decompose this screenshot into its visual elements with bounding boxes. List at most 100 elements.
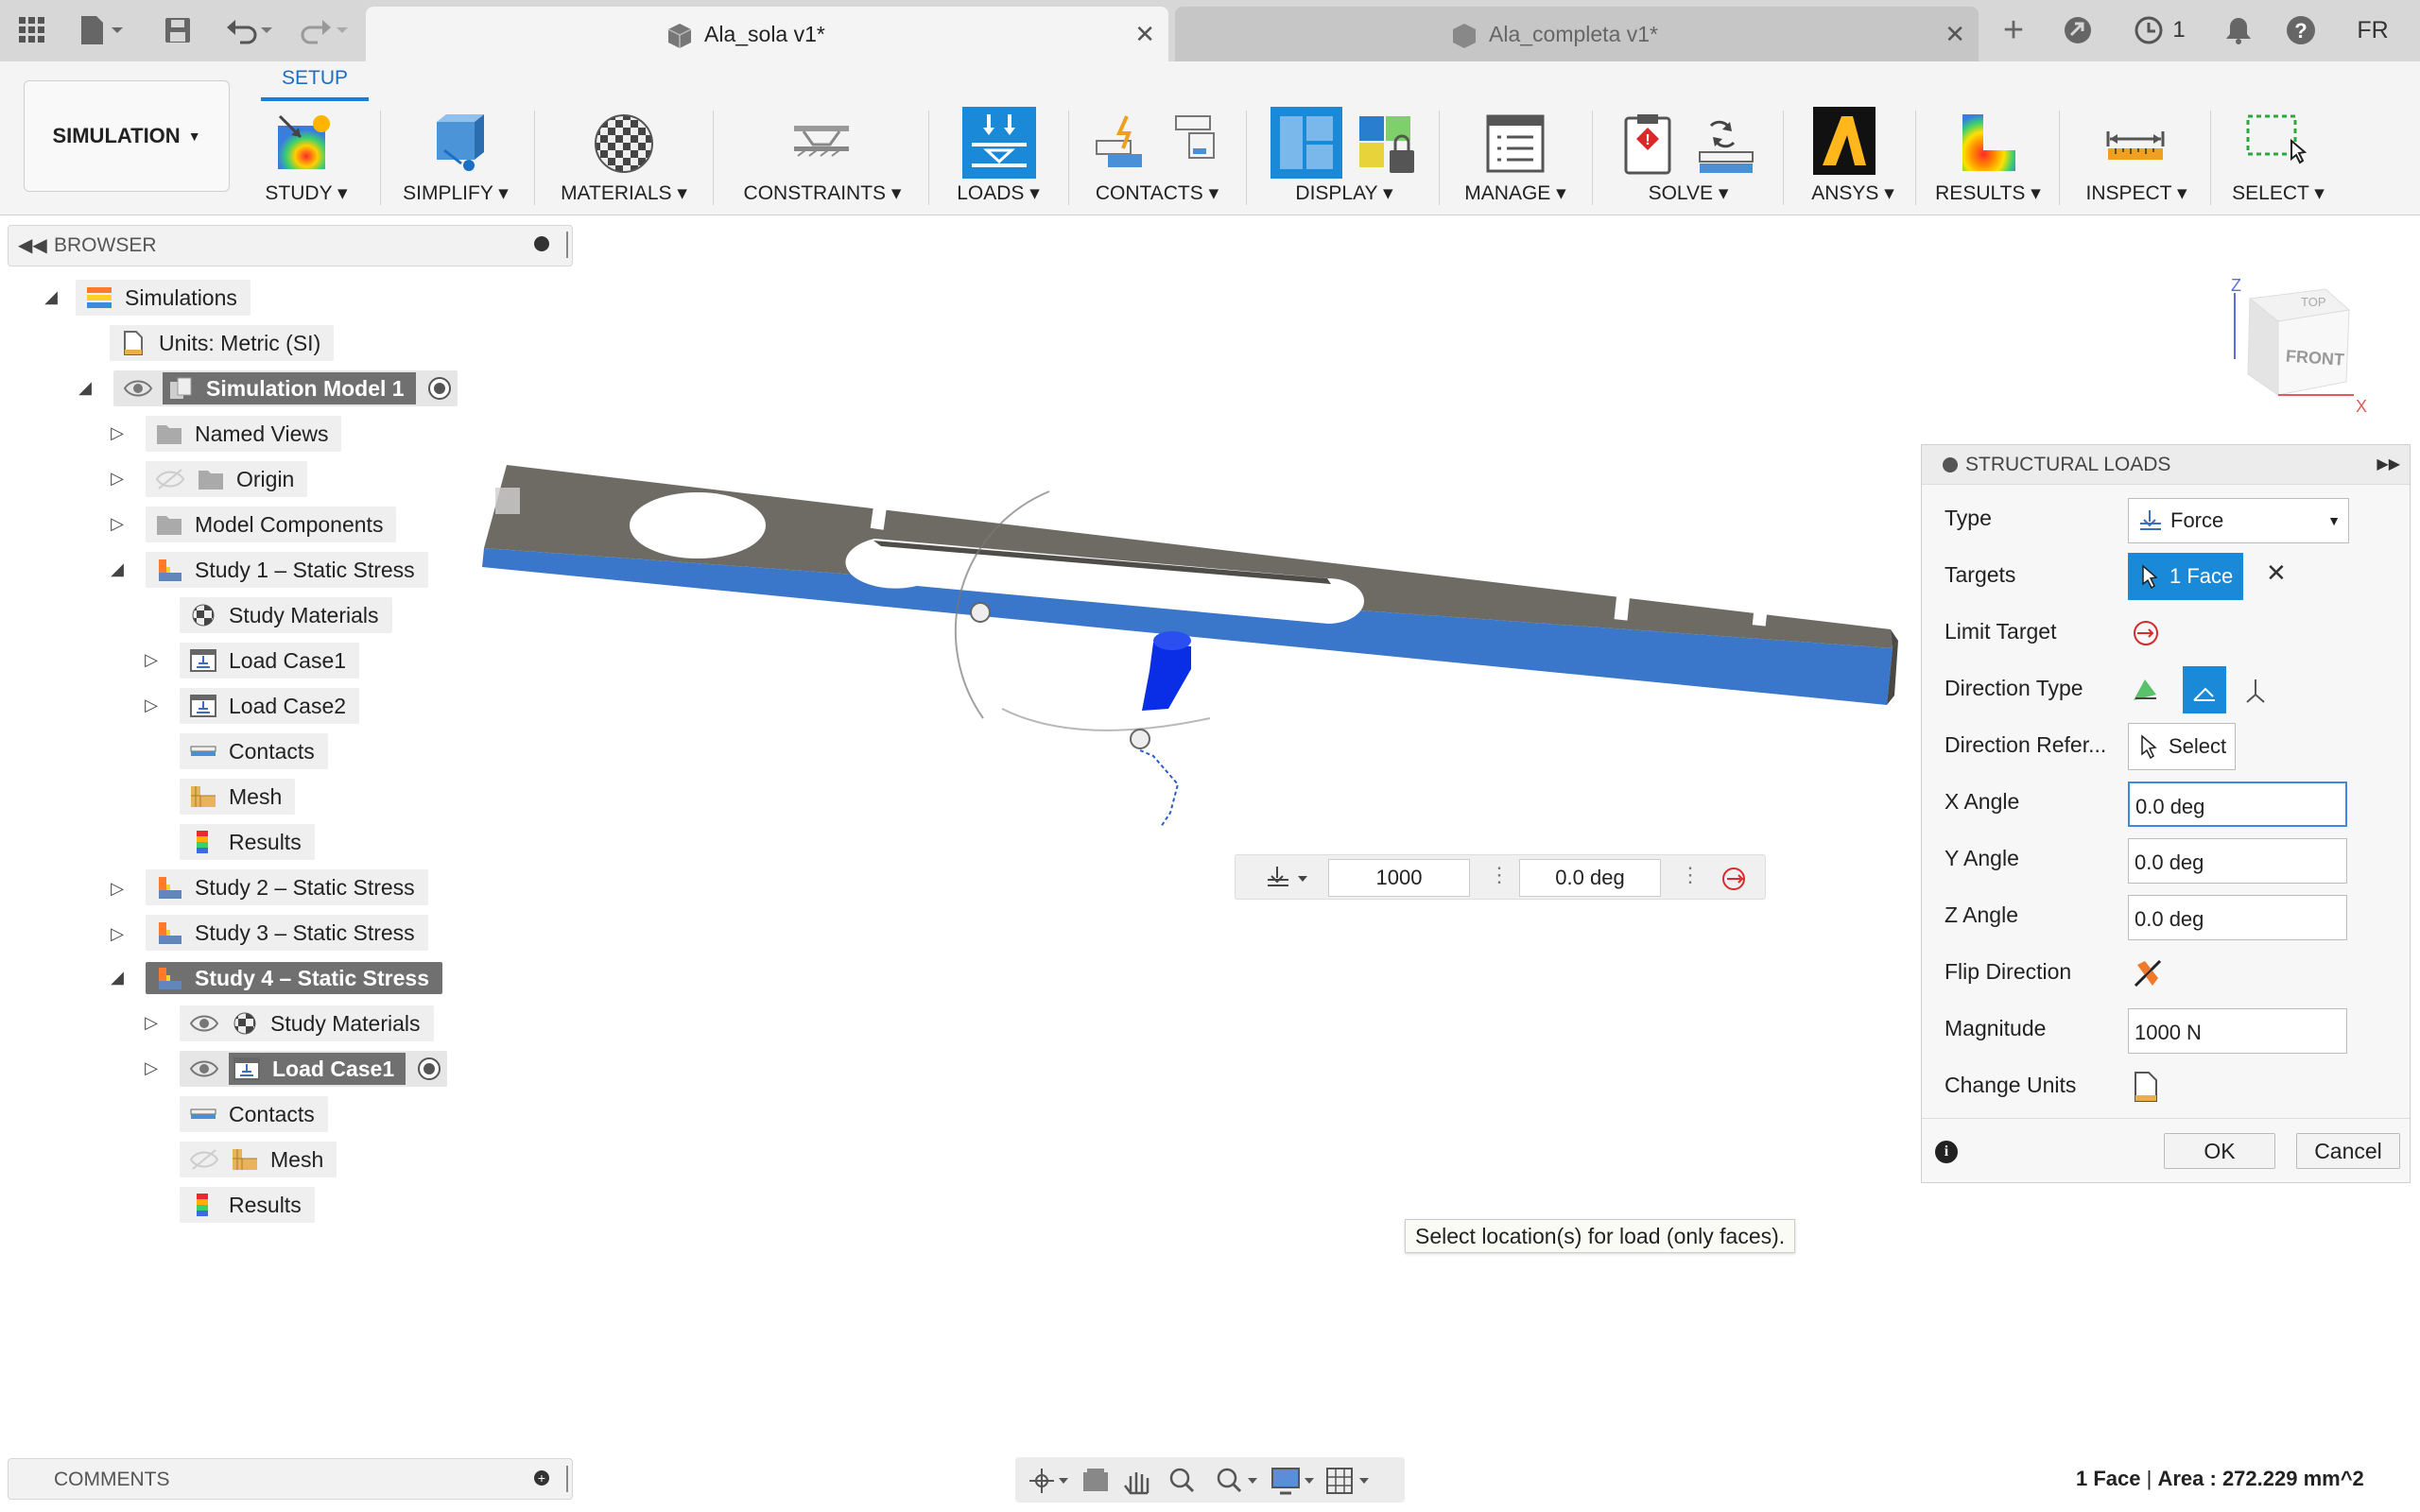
- constraints-group[interactable]: CONSTRAINTS ▾: [728, 107, 917, 211]
- look-at-icon[interactable]: [1083, 1469, 1108, 1491]
- tree-item-origin[interactable]: Origin: [146, 461, 308, 497]
- panel-collapse-icon[interactable]: [1943, 456, 1958, 472]
- redo-icon[interactable]: [295, 9, 352, 51]
- tab-setup[interactable]: SETUP: [261, 67, 369, 90]
- panel-header[interactable]: STRUCTURAL LOADS ▶▶: [1922, 445, 2410, 485]
- comments-panel-header[interactable]: COMMENTS +: [8, 1458, 573, 1500]
- cancel-button[interactable]: Cancel: [2296, 1133, 2400, 1169]
- more-options-icon[interactable]: ⋮: [1680, 863, 1701, 887]
- close-tab-icon[interactable]: ✕: [1134, 20, 1155, 49]
- info-icon[interactable]: i: [1935, 1141, 1958, 1163]
- zoom-icon[interactable]: [1169, 1468, 1195, 1493]
- triad-handle[interactable]: [970, 602, 991, 623]
- tree-item-contacts[interactable]: Contacts: [180, 733, 328, 769]
- orbit-icon[interactable]: [1029, 1469, 1068, 1493]
- activate-radio-icon[interactable]: [425, 374, 454, 403]
- normal-direction-icon[interactable]: [2130, 674, 2162, 706]
- triad-handle[interactable]: [1130, 729, 1150, 749]
- file-menu-icon[interactable]: [76, 9, 129, 51]
- comments-resize-handle[interactable]: [566, 1466, 568, 1492]
- expand-arrow-icon[interactable]: ▷: [142, 1013, 161, 1033]
- tree-item-study-4[interactable]: Study 4 – Static Stress: [146, 960, 442, 996]
- solve-group[interactable]: ! SOLVE ▾: [1603, 107, 1773, 211]
- workspace-switcher[interactable]: SIMULATION ▼: [24, 80, 230, 192]
- expand-arrow-icon[interactable]: ▷: [108, 469, 127, 489]
- browser-panel-header[interactable]: ◀◀ BROWSER: [8, 225, 573, 266]
- expand-arrow-icon[interactable]: ▷: [108, 924, 127, 944]
- model-viewport[interactable]: [473, 435, 1928, 850]
- visibility-eye-icon[interactable]: [123, 378, 153, 399]
- tree-item-load-case1-4[interactable]: Load Case1: [180, 1051, 448, 1087]
- load-type-icon[interactable]: [1264, 865, 1315, 893]
- tree-item-named-views[interactable]: Named Views: [146, 416, 342, 452]
- limit-target-icon[interactable]: [2130, 617, 2162, 649]
- force-arrow-glyph[interactable]: [1142, 643, 1191, 711]
- pan-hand-icon[interactable]: [1124, 1472, 1150, 1495]
- fit-zoom-icon[interactable]: [1217, 1468, 1257, 1493]
- expand-arrow-icon[interactable]: ▷: [142, 1058, 161, 1078]
- tree-item-mesh-4[interactable]: Mesh: [180, 1142, 337, 1177]
- flip-direction-icon[interactable]: [2132, 957, 2164, 989]
- tree-item-load-case2[interactable]: Load Case2: [180, 688, 360, 724]
- grid-settings-icon[interactable]: [1326, 1468, 1369, 1494]
- tree-item-study-2[interactable]: Study 2 – Static Stress: [146, 869, 428, 905]
- hidden-eye-icon[interactable]: [189, 1148, 219, 1171]
- select-group[interactable]: SELECT ▾: [2221, 107, 2335, 211]
- visibility-eye-icon[interactable]: [189, 1058, 219, 1079]
- tree-item-study-1[interactable]: Study 1 – Static Stress: [146, 552, 428, 588]
- tree-item-results-4[interactable]: Results: [180, 1187, 315, 1223]
- y-angle-input[interactable]: 0.0 deg: [2128, 838, 2347, 884]
- browser-options-icon[interactable]: [534, 236, 549, 251]
- tree-item-simulations[interactable]: Simulations: [76, 280, 251, 316]
- loads-group[interactable]: LOADS ▾: [942, 107, 1055, 211]
- expand-arrow-icon[interactable]: ▷: [142, 696, 161, 715]
- close-tab-icon[interactable]: ✕: [1945, 20, 1965, 49]
- magnitude-input[interactable]: 1000: [1328, 859, 1470, 897]
- viewcube-top-label[interactable]: TOP: [2301, 295, 2326, 309]
- vector-direction-icon[interactable]: [2239, 674, 2272, 706]
- tree-item-units[interactable]: Units: Metric (SI): [110, 325, 335, 361]
- z-angle-input[interactable]: 0.0 deg: [2128, 895, 2347, 940]
- inspect-group[interactable]: INSPECT ▾: [2070, 107, 2203, 211]
- tree-item-study-materials-4[interactable]: Study Materials: [180, 1005, 434, 1041]
- help-icon[interactable]: ?: [2282, 9, 2320, 51]
- visibility-eye-icon[interactable]: [189, 1013, 219, 1034]
- more-options-icon[interactable]: ⋮: [1489, 863, 1510, 887]
- tree-item-contacts-4[interactable]: Contacts: [180, 1096, 328, 1132]
- new-tab-icon[interactable]: +: [1995, 9, 2032, 51]
- contacts-group[interactable]: CONTACTS ▾: [1081, 107, 1233, 211]
- extensions-icon[interactable]: [2057, 9, 2099, 51]
- tree-item-study-materials[interactable]: Study Materials: [180, 597, 392, 633]
- study-group[interactable]: STUDY ▾: [248, 107, 365, 211]
- collapse-arrow-icon[interactable]: ◢: [108, 968, 127, 988]
- hidden-eye-icon[interactable]: [155, 468, 185, 490]
- expand-arrow-icon[interactable]: ▷: [108, 514, 127, 534]
- browser-resize-handle[interactable]: [566, 232, 568, 258]
- app-grid-icon[interactable]: [13, 9, 51, 51]
- collapse-arrow-icon[interactable]: ◢: [42, 287, 60, 307]
- panel-expand-icon[interactable]: ▶▶: [2377, 455, 2400, 473]
- tree-item-model-components[interactable]: Model Components: [146, 507, 397, 542]
- tree-item-simulation-model[interactable]: Simulation Model 1: [113, 370, 458, 406]
- ansys-group[interactable]: ANSYS ▾: [1796, 107, 1910, 211]
- tree-item-load-case1[interactable]: Load Case1: [180, 643, 360, 679]
- collapse-arrow-icon[interactable]: ◢: [108, 559, 127, 579]
- display-group[interactable]: DISPLAY ▾: [1259, 107, 1429, 211]
- activate-radio-icon[interactable]: [415, 1055, 443, 1083]
- simplify-group[interactable]: SIMPLIFY ▾: [391, 107, 520, 211]
- change-units-icon[interactable]: [2132, 1071, 2160, 1103]
- undo-icon[interactable]: [223, 9, 280, 51]
- angle-direction-button[interactable]: [2183, 666, 2226, 713]
- direction-ref-select-button[interactable]: Select: [2128, 723, 2236, 770]
- tree-item-mesh[interactable]: Mesh: [180, 779, 296, 815]
- magnitude-field[interactable]: 1000 N: [2128, 1008, 2347, 1054]
- x-angle-input[interactable]: 0.0 deg: [2128, 782, 2347, 827]
- expand-arrow-icon[interactable]: ▷: [108, 423, 127, 443]
- expand-arrow-icon[interactable]: ▷: [108, 879, 127, 899]
- clear-selection-icon[interactable]: ✕: [2266, 558, 2287, 588]
- results-group[interactable]: RESULTS ▾: [1928, 107, 2048, 211]
- tab-ala-completa[interactable]: Ala_completa v1* ✕: [1175, 7, 1979, 61]
- notifications-icon[interactable]: [2220, 9, 2257, 51]
- materials-group[interactable]: MATERIALS ▾: [548, 107, 700, 211]
- save-icon[interactable]: [159, 9, 197, 51]
